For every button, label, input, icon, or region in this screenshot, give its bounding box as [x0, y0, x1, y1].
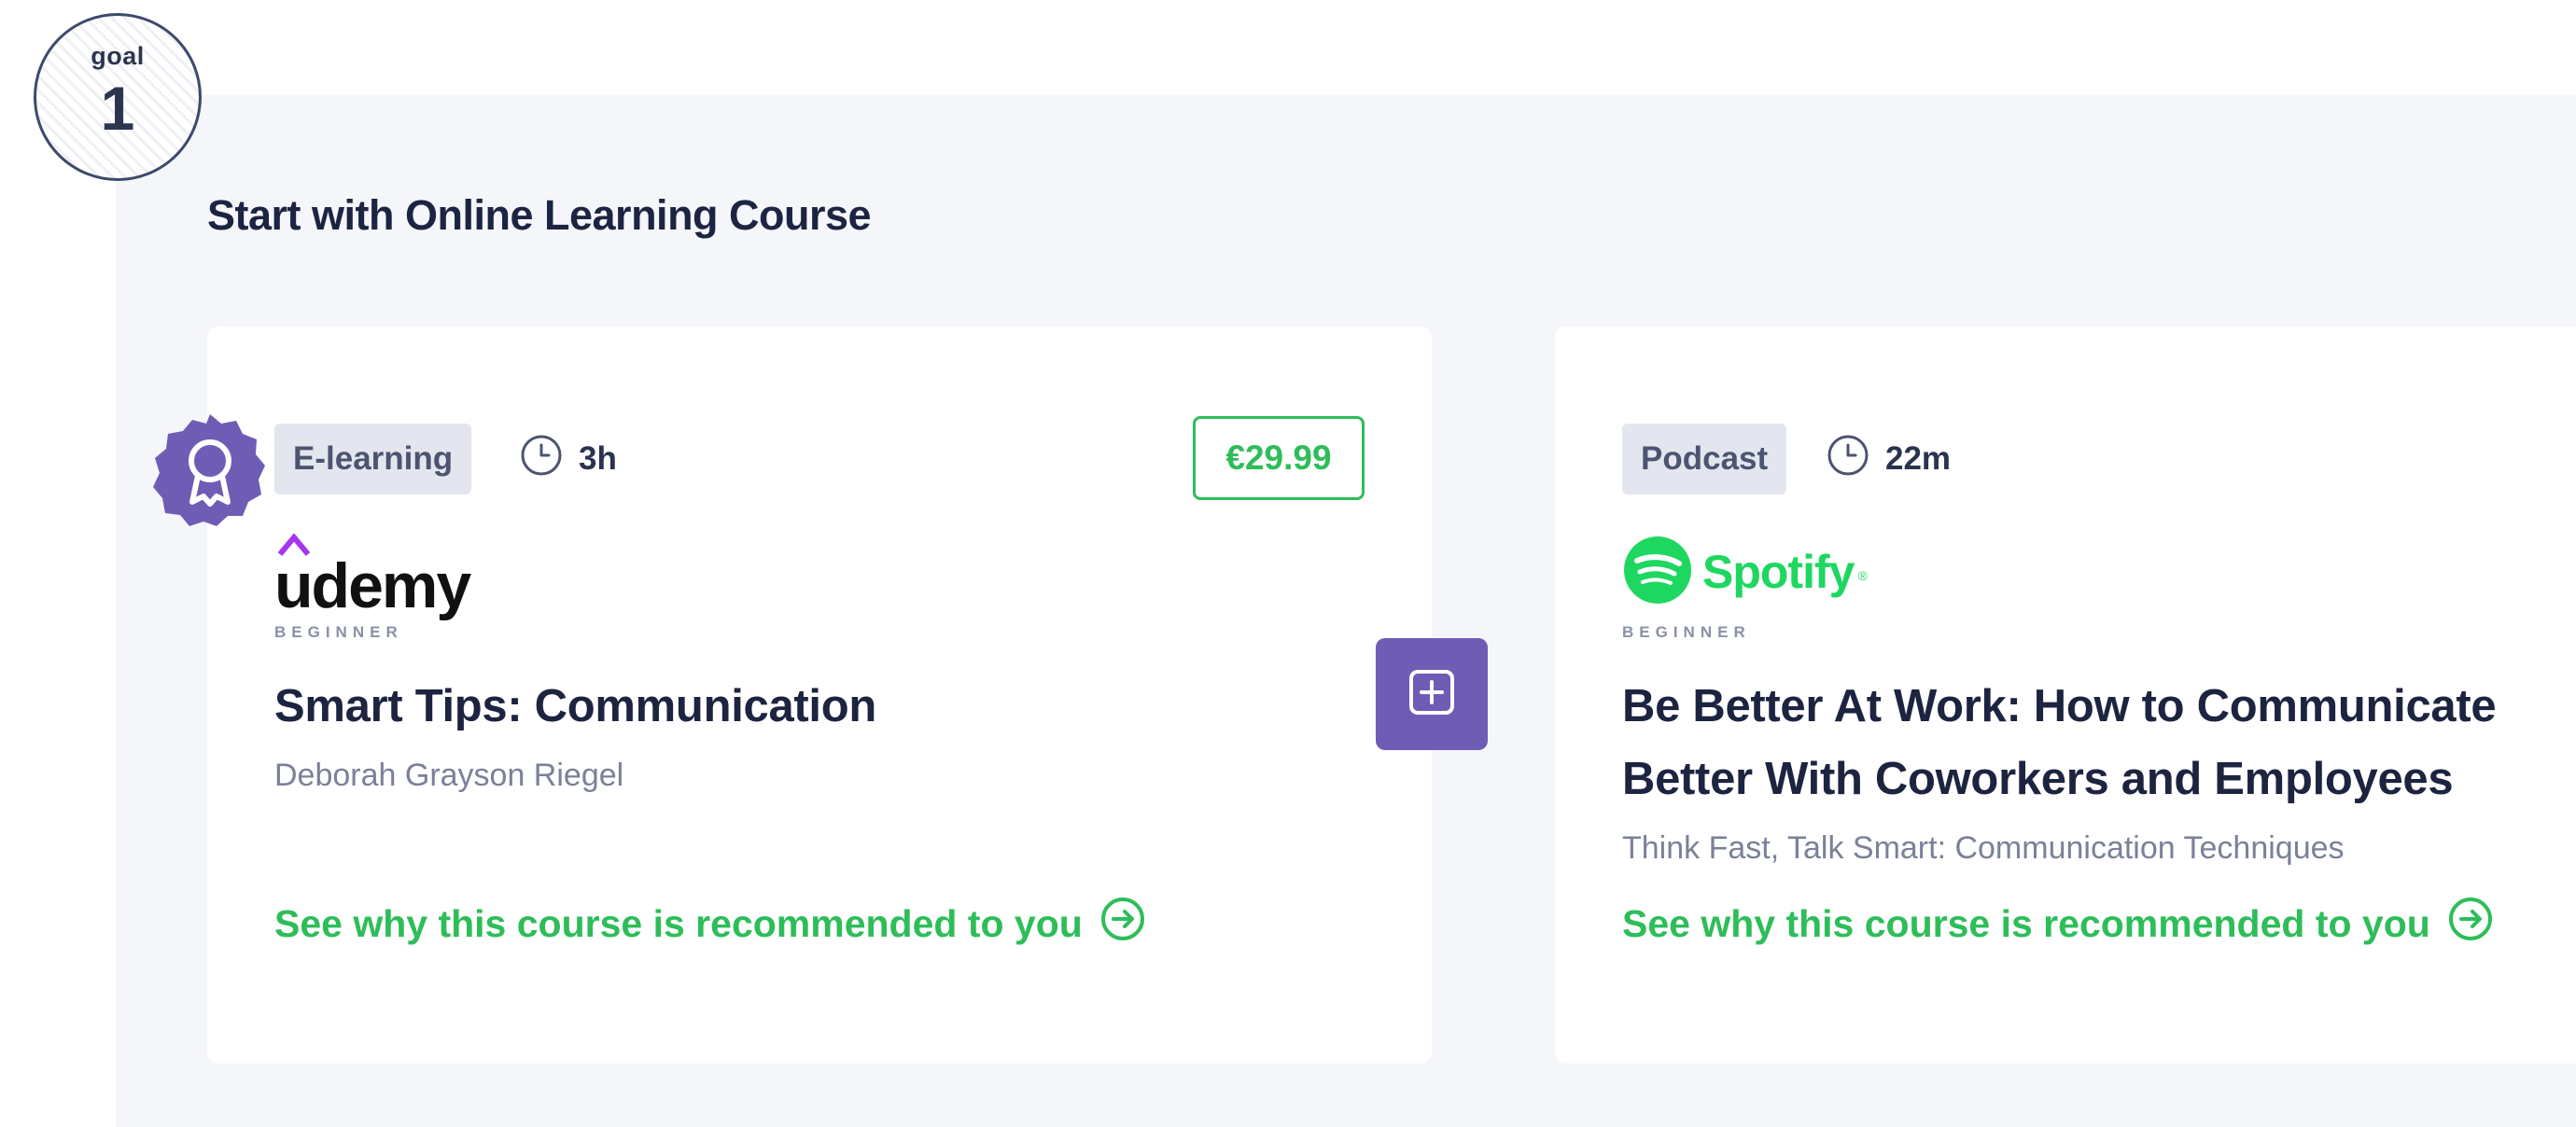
- recommend-link[interactable]: See why this course is recommended to yo…: [1622, 896, 2494, 952]
- duration: 22m: [1826, 424, 1951, 494]
- course-card-udemy[interactable]: E-learning 3h €29.99 udemy BEGINNER Smar…: [207, 327, 1432, 1064]
- goal-badge: goal 1: [34, 13, 202, 181]
- duration: 3h: [519, 424, 617, 494]
- award-icon: [151, 412, 269, 530]
- course-title-line-2: Better With Coworkers and Employees: [1622, 754, 2454, 804]
- level-label: BEGINNER: [274, 623, 403, 641]
- arrow-right-circle-icon: [2447, 896, 2494, 952]
- add-to-plan-button[interactable]: [1376, 638, 1488, 750]
- duration-value: 3h: [579, 440, 617, 477]
- goal-label: goal: [91, 42, 145, 70]
- spotify-logo: Spotify ®: [1622, 521, 1868, 623]
- goal-number: 1: [100, 74, 135, 143]
- clock-icon: [1826, 433, 1870, 486]
- plus-square-icon: [1406, 666, 1458, 723]
- provider-mark: ®: [1857, 568, 1868, 583]
- type-pill: E-learning: [274, 424, 472, 494]
- course-title-line-1: Be Better At Work: How to Communicate: [1622, 681, 2497, 731]
- recommend-link-label: See why this course is recommended to yo…: [274, 901, 1083, 945]
- price-tag: €29.99: [1193, 416, 1365, 500]
- course-card-spotify[interactable]: Podcast 22m Spotify ® BEGINNER Be Better…: [1555, 327, 2576, 1064]
- course-author: Think Fast, Talk Smart: Communication Te…: [1622, 830, 2345, 866]
- course-title[interactable]: Smart Tips: Communication: [274, 670, 1245, 743]
- type-pill: Podcast: [1622, 424, 1787, 494]
- arrow-right-circle-icon: [1099, 896, 1146, 952]
- course-author: Deborah Grayson Riegel: [274, 758, 624, 793]
- duration-value: 22m: [1885, 440, 1952, 477]
- provider-name: Spotify: [1702, 546, 1855, 598]
- provider-name: udemy: [274, 550, 471, 621]
- course-title[interactable]: Be Better At Work: How to Communicate Be…: [1622, 670, 2576, 815]
- level-label: BEGINNER: [1622, 623, 1751, 641]
- recommend-link-label: See why this course is recommended to yo…: [1622, 901, 2430, 945]
- spotify-icon: [1622, 535, 1693, 610]
- section-title: Start with Online Learning Course: [207, 191, 872, 239]
- clock-icon: [519, 433, 564, 486]
- recommend-link[interactable]: See why this course is recommended to yo…: [274, 896, 1146, 952]
